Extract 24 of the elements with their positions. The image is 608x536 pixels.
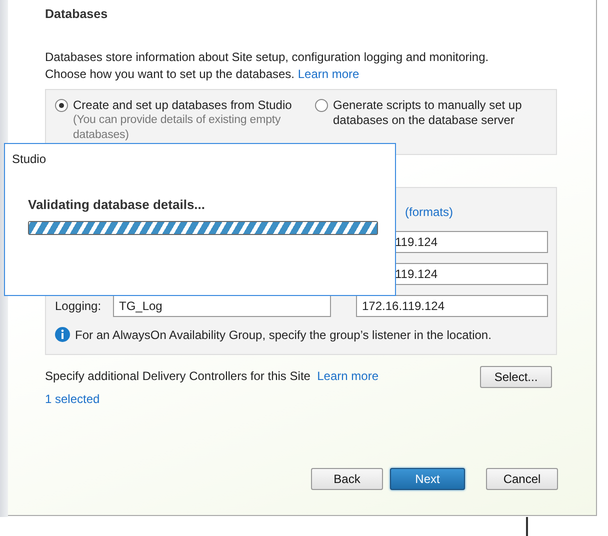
dialog-title: Studio — [12, 152, 48, 166]
field-label: Logging: — [55, 299, 102, 313]
select-button[interactable]: Select... — [480, 366, 552, 388]
wizard-button[interactable]: Cancel — [486, 468, 558, 490]
page-title: Databases — [45, 7, 109, 21]
option-label: Generate scripts to manually set up databases on the database server — [333, 98, 523, 128]
controllers-text: Specify additional Delivery Controllers for this Site — [45, 368, 310, 382]
radio-button[interactable] — [315, 99, 328, 112]
info-text: For an AlwaysOn Availability Group, specify the group’s listener in the location. — [75, 328, 492, 342]
radio-button[interactable] — [55, 99, 68, 112]
wizard-button[interactable]: Back — [311, 468, 383, 490]
learn-more-link[interactable]: Learn more — [317, 368, 378, 382]
name-field[interactable]: TG_Log — [113, 295, 331, 317]
formats-link[interactable]: (formats) — [405, 205, 453, 219]
location-field[interactable]: 172.16.119.124 — [356, 295, 548, 317]
description-text: Choose how you want to set up the databases. — [45, 67, 294, 81]
info-icon — [55, 327, 70, 342]
learn-more-link[interactable]: Learn more — [298, 67, 360, 81]
progress-message: Validating database details... — [28, 197, 206, 212]
selected-count-link[interactable]: 1 selected — [45, 392, 596, 406]
primary-button[interactable]: Next — [390, 468, 465, 490]
option-note: (You can provide details of existing empty databases) — [73, 113, 282, 143]
description-text: Databases store information about Site setup, configuration logging and monitoring. — [45, 49, 490, 66]
option-label: Create and set up databases from Studio — [73, 98, 293, 113]
